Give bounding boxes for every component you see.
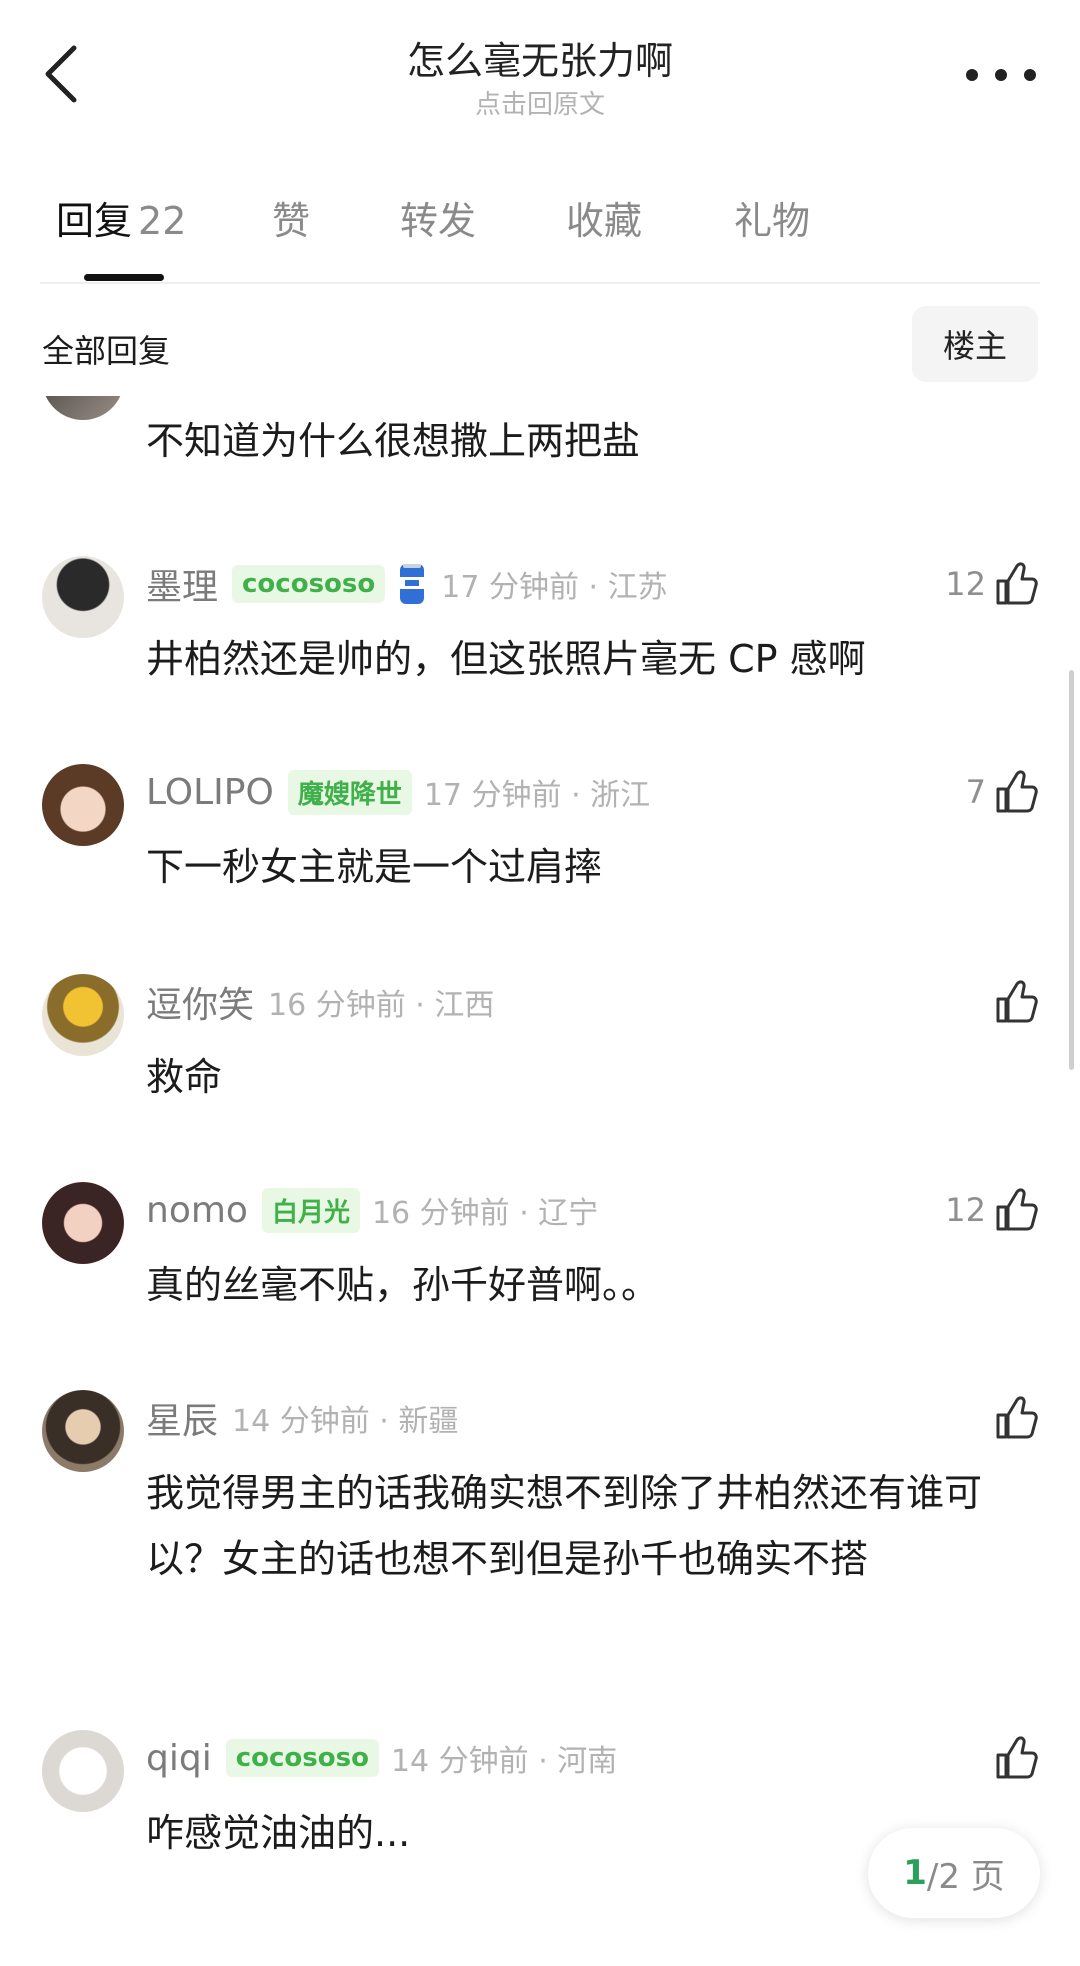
back-to-original-link[interactable]: 点击回原文: [0, 84, 1080, 121]
like-count: 12: [945, 565, 986, 603]
tab-likes[interactable]: 赞: [272, 190, 310, 245]
comment-meta: 墨理 cocososo 17 分钟前 · 江苏: [146, 560, 668, 608]
avatar[interactable]: [42, 764, 124, 846]
username[interactable]: 墨理: [146, 558, 218, 610]
like-button[interactable]: 12: [945, 1182, 1038, 1238]
like-button[interactable]: [994, 1390, 1038, 1446]
tab-replies[interactable]: 回复 22: [56, 190, 186, 245]
username[interactable]: nomo: [146, 1190, 248, 1231]
fan-badge: 白月光: [261, 1187, 360, 1233]
avatar[interactable]: [42, 1730, 124, 1812]
username[interactable]: 星辰: [146, 1392, 218, 1444]
comment-meta: qiqi cocososo 14 分钟前 · 河南: [146, 1734, 617, 1782]
time-location: 17 分钟前 · 浙江: [423, 778, 651, 813]
top-bar: 怎么毫无张力啊 点击回原文: [0, 0, 1080, 140]
time-location: 17 分钟前 · 江苏: [441, 570, 668, 605]
username[interactable]: qiqi: [146, 1738, 212, 1779]
tab-favorites[interactable]: 收藏: [566, 190, 642, 245]
thumbs-up-icon: [996, 1188, 1038, 1231]
avatar[interactable]: [42, 1182, 124, 1264]
time-location: 16 分钟前 · 辽宁: [371, 1196, 599, 1231]
comment-text[interactable]: 井柏然还是帅的，但这张照片毫无 CP 感啊: [146, 626, 1026, 692]
thumbs-up-icon: [996, 770, 1038, 813]
comment-meta: 星辰 14 分钟前 · 新疆: [146, 1394, 458, 1442]
comment-meta: 逗你笑 16 分钟前 · 江西: [146, 978, 494, 1026]
fan-badge: cocososo: [232, 565, 386, 603]
like-count: 7: [965, 773, 986, 811]
like-count: 12: [945, 1191, 986, 1229]
all-replies-label: 全部回复: [42, 332, 171, 370]
page-indicator-button[interactable]: 1/2 页: [868, 1828, 1040, 1918]
like-button[interactable]: 7: [966, 764, 1038, 820]
tab-divider: [40, 282, 1040, 284]
active-tab-indicator: [84, 274, 164, 281]
comment-meta: nomo 白月光 16 分钟前 · 辽宁: [146, 1186, 598, 1234]
tab-reposts[interactable]: 转发: [400, 190, 476, 245]
comment-text[interactable]: 真的丝毫不贴，孙千好普啊。。: [146, 1252, 1026, 1318]
comment-list: wawa 不知道为什么很想撒上两把盐 墨理 cocososo 17 分钟前 · …: [0, 396, 1080, 1966]
username[interactable]: 逗你笑: [146, 976, 254, 1028]
op-only-button[interactable]: 楼主: [912, 306, 1038, 382]
thumbs-up-icon: [996, 980, 1038, 1023]
scrollbar[interactable]: [1069, 670, 1074, 1070]
avatar[interactable]: [42, 556, 124, 638]
more-dots-icon[interactable]: [966, 52, 1036, 98]
time-location: 14 分钟前 · 新疆: [232, 1404, 459, 1439]
reply-filter-bar: 全部回复 楼主: [0, 302, 1080, 392]
avatar[interactable]: [42, 1390, 124, 1472]
tab-replies-count: 22: [138, 199, 187, 243]
thumbs-up-icon: [996, 1736, 1038, 1779]
page-title[interactable]: 怎么毫无张力啊: [0, 30, 1080, 85]
tab-replies-label: 回复: [56, 199, 133, 243]
time-location: 16 分钟前 · 江西: [268, 988, 495, 1023]
avatar[interactable]: [42, 974, 124, 1056]
tab-bar: 回复 22 赞 转发 收藏 礼物: [42, 190, 1042, 280]
tab-gifts[interactable]: 礼物: [734, 190, 810, 245]
current-page: 1: [903, 1853, 927, 1893]
avatar[interactable]: [42, 396, 124, 420]
like-button[interactable]: 12: [945, 556, 1038, 612]
comment-text[interactable]: 我觉得男主的话我确实想不到除了井柏然还有谁可以？女主的话也想不到但是孙千也确实不…: [146, 1460, 1026, 1592]
fan-badge: cocososo: [225, 1739, 379, 1777]
like-button[interactable]: [994, 974, 1038, 1030]
thumbs-up-icon: [996, 562, 1038, 605]
comment-text[interactable]: 救命: [146, 1044, 1026, 1110]
time-location: 14 分钟前 · 河南: [390, 1744, 618, 1779]
total-pages: /2 页: [926, 1856, 1005, 1897]
comment-meta: LOLIPO 魔嫂降世 17 分钟前 · 浙江: [146, 768, 650, 816]
thumbs-up-icon: [996, 1396, 1038, 1439]
beer-can-icon: [400, 564, 425, 604]
comment-text[interactable]: 不知道为什么很想撒上两把盐: [146, 408, 1026, 474]
like-button[interactable]: [994, 1730, 1038, 1786]
fan-badge: 魔嫂降世: [287, 769, 412, 815]
username[interactable]: LOLIPO: [146, 772, 274, 813]
comment-text[interactable]: 下一秒女主就是一个过肩摔: [146, 834, 1026, 900]
